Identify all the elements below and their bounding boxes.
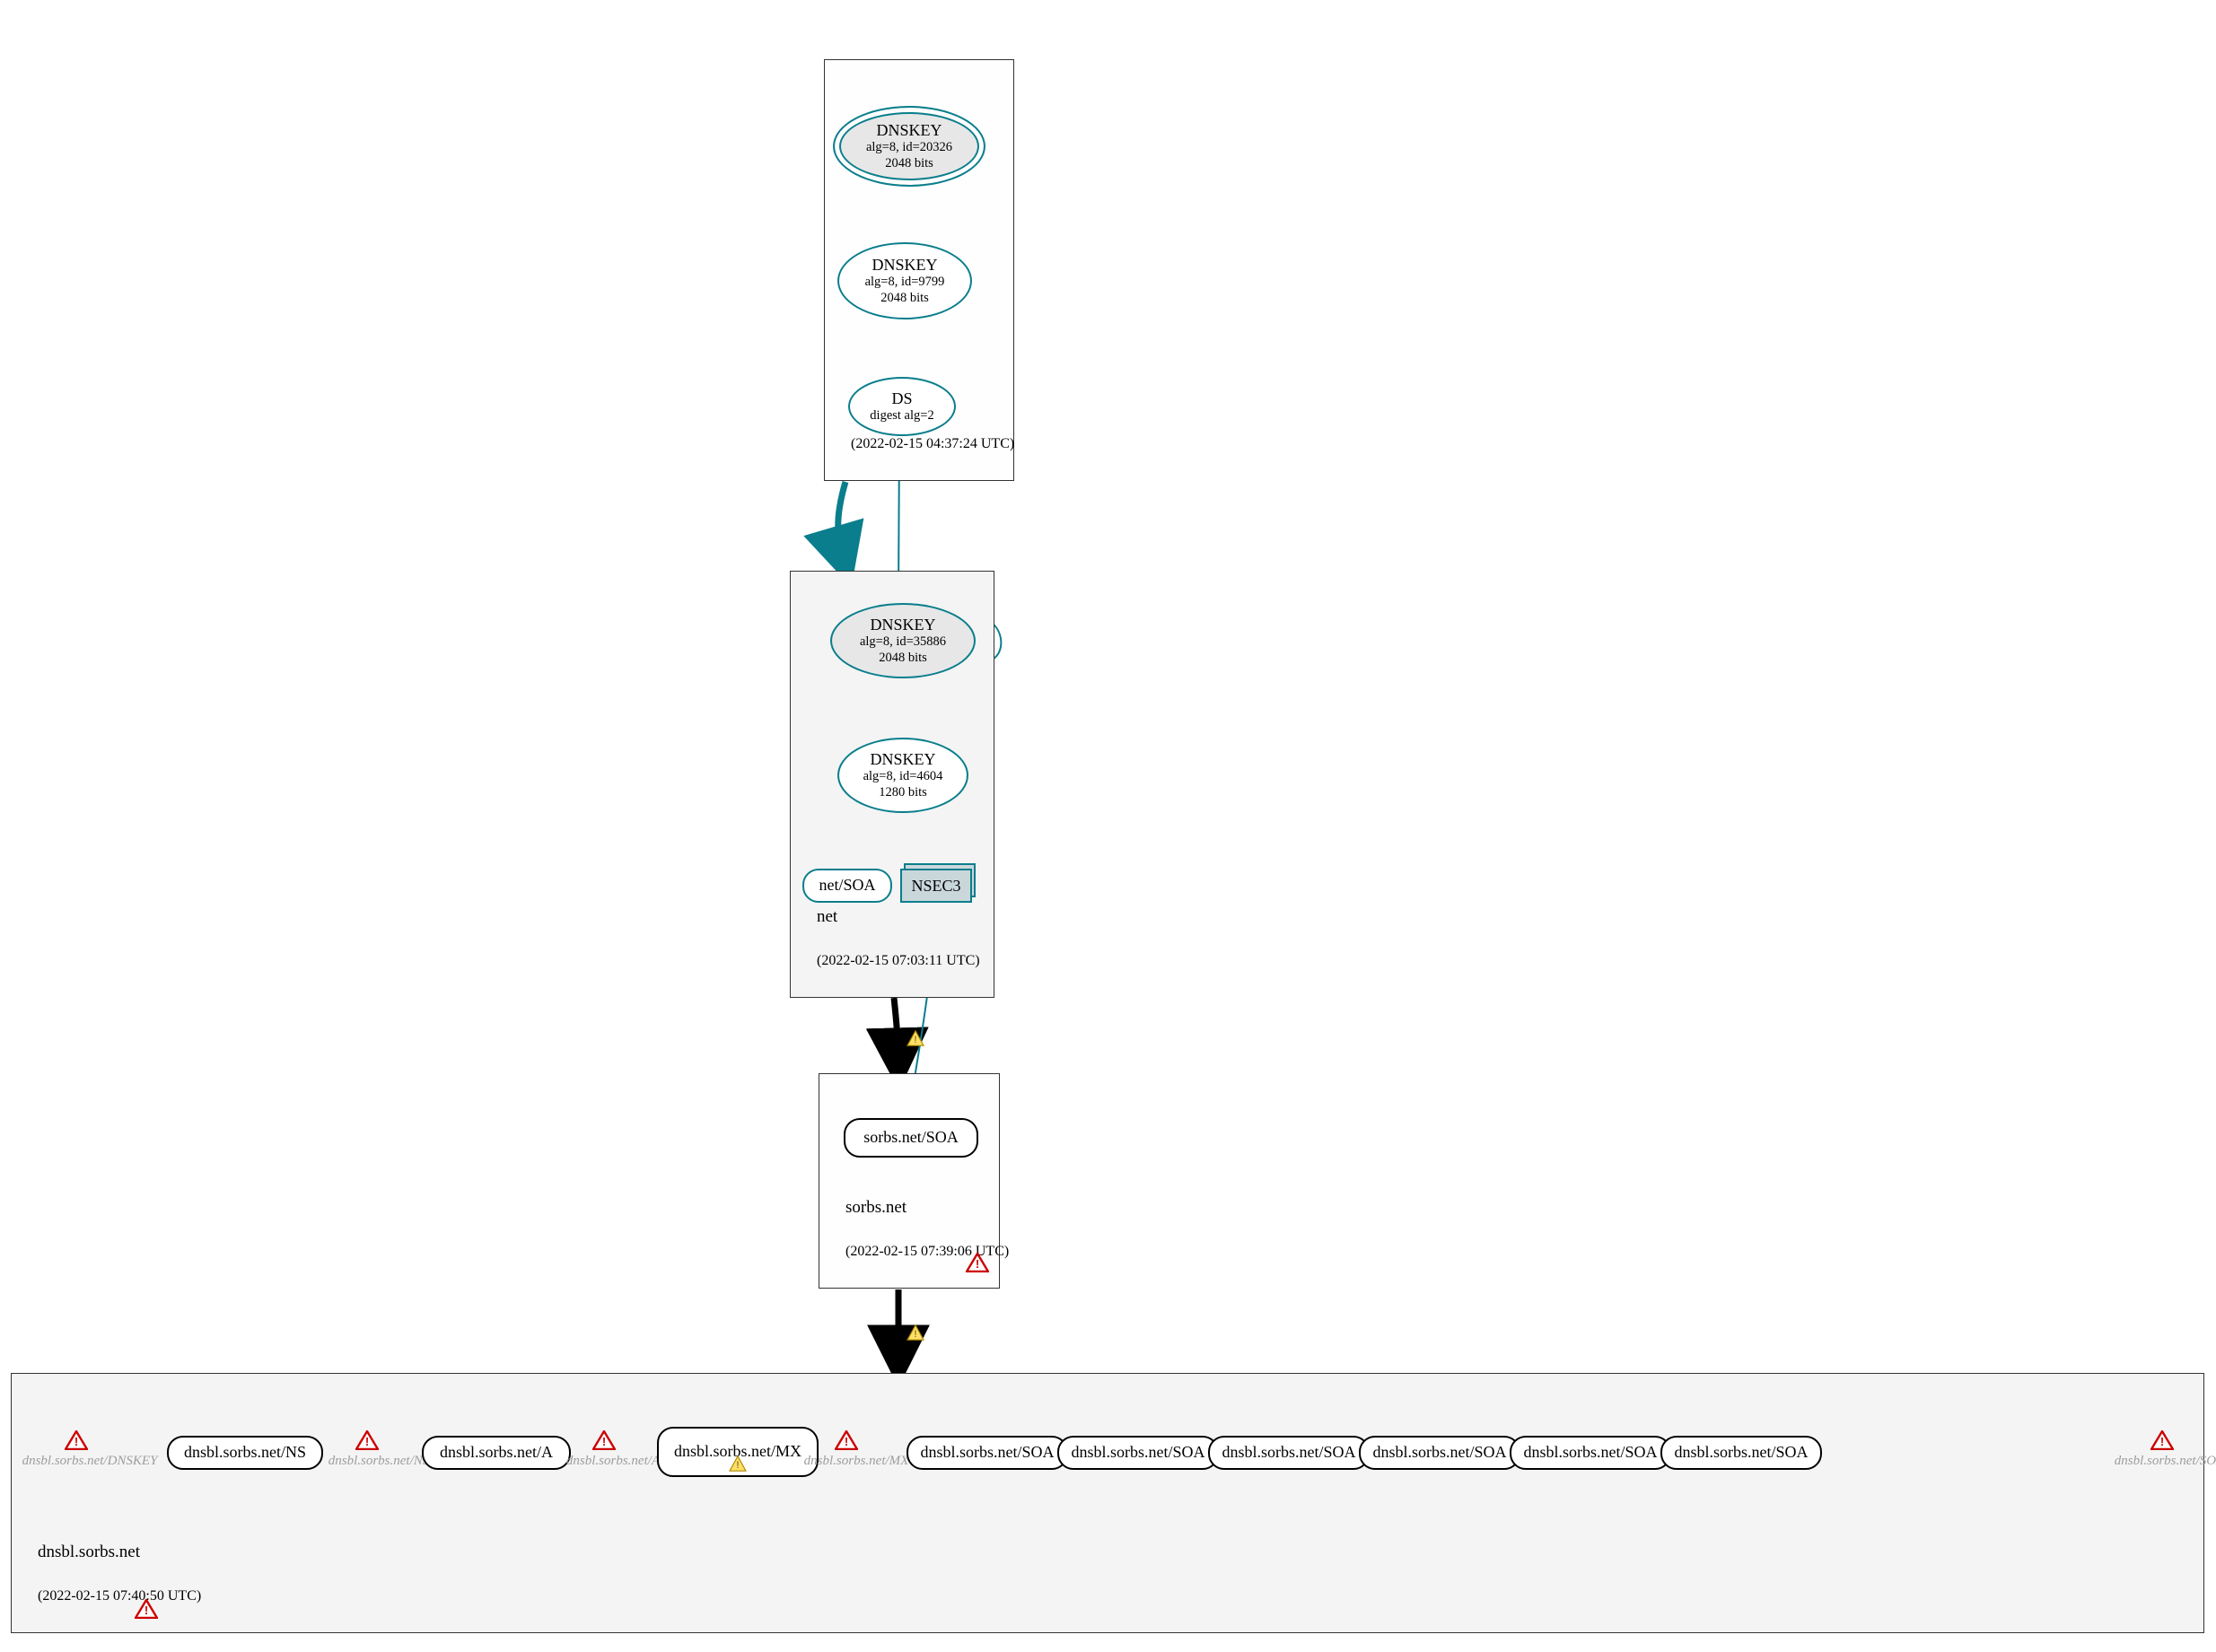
node-title: DNSKEY (876, 121, 942, 141)
node-label: dnsbl.sorbs.net/NS (184, 1443, 306, 1463)
node-sub2: 2048 bits (880, 291, 929, 306)
zone-dnsbl: dnsbl.sorbs.net (2022-02-15 07:40:50 UTC… (11, 1373, 2204, 1633)
svg-text:!: ! (737, 1460, 740, 1471)
svg-text:!: ! (145, 1604, 148, 1617)
error-icon: ! (135, 1599, 158, 1619)
ghost-dnskey: dnsbl.sorbs.net/DNSKEY (18, 1454, 162, 1469)
node-label: dnsbl.sorbs.net/SOA (1674, 1443, 1808, 1463)
node-dnsbl-soa-6: dnsbl.sorbs.net/SOA (1660, 1436, 1822, 1470)
node-label: dnsbl.sorbs.net/SOA (1523, 1443, 1657, 1463)
node-title: DNSKEY (872, 256, 937, 275)
warning-icon: ! (729, 1455, 747, 1472)
svg-text:!: ! (2160, 1435, 2164, 1448)
zone-dnsbl-label: dnsbl.sorbs.net (2022-02-15 07:40:50 UTC… (21, 1520, 201, 1627)
node-sub2: 2048 bits (879, 651, 927, 666)
node-net-ksk: DNSKEY alg=8, id=35886 2048 bits (830, 603, 976, 678)
node-label: sorbs.net/SOA (863, 1128, 959, 1148)
node-dnsbl-soa-5: dnsbl.sorbs.net/SOA (1510, 1436, 1671, 1470)
node-label: dnsbl.sorbs.net/SOA (1372, 1443, 1506, 1463)
node-label: net/SOA (819, 876, 876, 896)
node-title: DNSKEY (870, 750, 935, 770)
warning-icon: ! (907, 1324, 924, 1341)
node-dnsbl-soa-1: dnsbl.sorbs.net/SOA (907, 1436, 1068, 1470)
ghost-mx: dnsbl.sorbs.net/MX (793, 1454, 919, 1469)
node-sub2: 2048 bits (885, 156, 933, 171)
node-sub1: alg=8, id=35886 (860, 634, 946, 650)
ghost-soa: dnsbl.sorbs.net/SOA (2102, 1454, 2216, 1469)
node-sub1: alg=8, id=9799 (865, 275, 945, 290)
node-dnsbl-a: dnsbl.sorbs.net/A (422, 1436, 571, 1470)
node-sorbs-soa: sorbs.net/SOA (844, 1118, 978, 1158)
node-net-soa: net/SOA (802, 869, 892, 903)
node-sub1: alg=8, id=20326 (866, 140, 952, 155)
node-dnsbl-soa-4: dnsbl.sorbs.net/SOA (1359, 1436, 1520, 1470)
node-nsec3: NSEC3 (900, 869, 972, 903)
node-label: dnsbl.sorbs.net/SOA (920, 1443, 1054, 1463)
warning-icon: ! (907, 1030, 924, 1046)
svg-text:!: ! (915, 1035, 917, 1045)
error-icon: ! (835, 1430, 858, 1450)
node-dnsbl-soa-2: dnsbl.sorbs.net/SOA (1057, 1436, 1219, 1470)
node-sub1: alg=8, id=4604 (863, 769, 943, 784)
error-icon: ! (2150, 1430, 2174, 1450)
node-dnsbl-ns: dnsbl.sorbs.net/NS (167, 1436, 323, 1470)
svg-text:!: ! (976, 1257, 979, 1271)
svg-text:!: ! (845, 1435, 848, 1448)
node-label: dnsbl.sorbs.net/SOA (1071, 1443, 1204, 1463)
svg-text:!: ! (365, 1435, 369, 1448)
error-icon: ! (355, 1430, 379, 1450)
ghost-a: dnsbl.sorbs.net/A (555, 1454, 671, 1469)
node-dnsbl-soa-3: dnsbl.sorbs.net/SOA (1208, 1436, 1370, 1470)
node-label: NSEC3 (911, 877, 960, 896)
node-label: dnsbl.sorbs.net/A (440, 1443, 553, 1463)
error-icon: ! (592, 1430, 616, 1450)
node-sub1: digest alg=2 (870, 408, 933, 424)
node-root-zsk: DNSKEY alg=8, id=9799 2048 bits (837, 242, 972, 319)
svg-text:!: ! (74, 1435, 78, 1448)
node-title: DNSKEY (870, 616, 935, 635)
error-icon: ! (966, 1253, 989, 1272)
node-net-zsk: DNSKEY alg=8, id=4604 1280 bits (837, 738, 968, 813)
svg-text:!: ! (915, 1329, 917, 1340)
node-title: DS (891, 389, 912, 409)
node-root-ksk: DNSKEY alg=8, id=20326 2048 bits (833, 106, 985, 187)
node-label: dnsbl.sorbs.net/SOA (1222, 1443, 1355, 1463)
node-root-ds: DS digest alg=2 (848, 377, 956, 436)
svg-text:!: ! (602, 1435, 606, 1448)
error-icon: ! (65, 1430, 88, 1450)
node-sub2: 1280 bits (879, 785, 927, 800)
